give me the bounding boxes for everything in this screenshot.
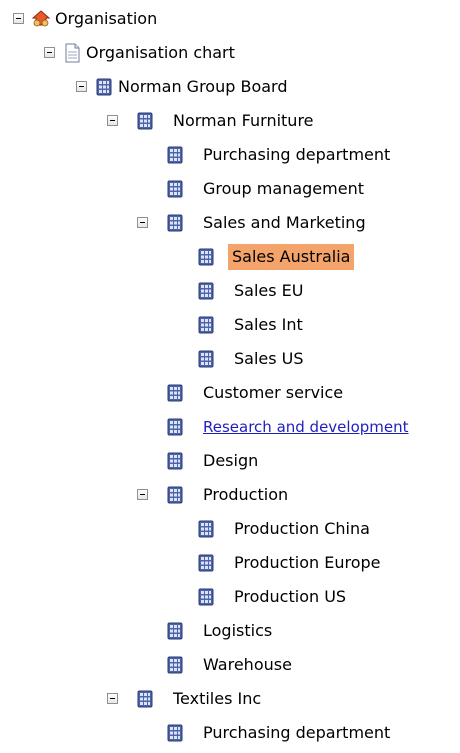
collapse-toggle-icon[interactable] [107,115,118,126]
collapse-toggle-icon[interactable] [76,81,87,92]
building-icon [135,689,155,709]
building-icon [196,553,216,573]
tree-node-label: Sales EU [234,281,304,300]
tree-node-label: Customer service [203,383,344,402]
collapse-toggle-icon[interactable] [107,693,118,704]
tree-node-label: Textiles Inc [173,689,262,708]
building-icon [165,213,185,233]
tree-node-label: Production China [234,519,370,538]
collapse-toggle-icon[interactable] [44,47,55,58]
building-icon [196,247,216,267]
tree-node-label: Design [203,451,259,470]
tree-node-label: Sales US [234,349,304,368]
tree-node-label-selected: Sales Australia [228,244,355,270]
building-icon [196,281,216,301]
tree-node-label: Production Europe [234,553,381,572]
tree-node-label: Purchasing department [203,723,391,742]
tree-node-label: Group management [203,179,364,198]
building-icon [196,587,216,607]
organisation-icon [31,9,51,29]
collapse-toggle-icon[interactable] [13,13,24,24]
tree-node-label-link[interactable]: Research and development [199,414,413,440]
building-icon [94,77,114,97]
building-icon [165,417,185,437]
building-icon [165,485,185,505]
building-icon [165,145,185,165]
building-icon [196,519,216,539]
building-icon [165,383,185,403]
tree-node-label: Sales Int [234,315,303,334]
tree-node-label: Organisation chart [86,43,235,62]
tree-node-label: Norman Group Board [118,77,288,96]
tree-node-label: Purchasing department [203,145,391,164]
organisation-tree: Organisation Organisation chart Norman G… [0,0,460,753]
tree-node-label: Production US [234,587,347,606]
building-icon [165,179,185,199]
tree-node-label: Norman Furniture [173,111,314,130]
collapse-toggle-icon[interactable] [137,489,148,500]
tree-node-label: Logistics [203,621,273,640]
building-icon [165,655,185,675]
building-icon [165,621,185,641]
building-icon [196,315,216,335]
building-icon [196,349,216,369]
building-icon [165,723,185,743]
document-icon [62,43,82,63]
building-icon [135,111,155,131]
tree-node-label: Production [203,485,289,504]
collapse-toggle-icon[interactable] [137,217,148,228]
tree-node-label: Sales and Marketing [203,213,366,232]
tree-node-label: Organisation [55,9,158,28]
building-icon [165,451,185,471]
tree-node-label: Warehouse [203,655,292,674]
